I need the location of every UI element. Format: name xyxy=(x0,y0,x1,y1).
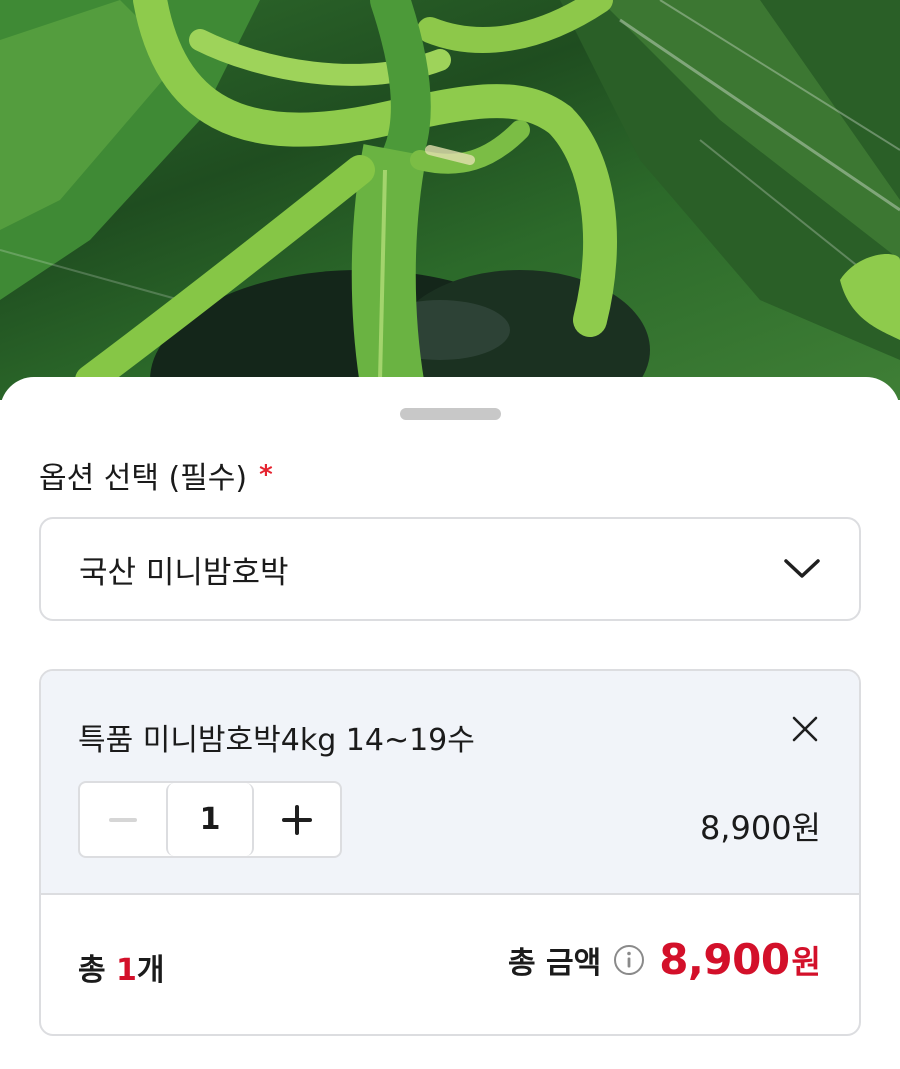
product-photo xyxy=(0,0,900,400)
selected-option-card: 특품 미니밤호박4kg 14~19수 1 8,900원 총 1개 총 금액 8,… xyxy=(39,669,861,1036)
selected-option-detail: 특품 미니밤호박4kg 14~19수 1 8,900원 xyxy=(41,671,859,895)
selected-option-name: 특품 미니밤호박4kg 14~19수 xyxy=(78,723,475,758)
option-price: 8,900원 xyxy=(699,809,821,847)
option-section-label: 옵션 선택 (필수) xyxy=(39,461,248,496)
decrease-quantity-button[interactable] xyxy=(80,783,166,856)
required-asterisk: * xyxy=(259,460,273,490)
option-section-title: 옵션 선택 (필수) * xyxy=(39,453,273,497)
total-price-amount: 8,900 xyxy=(659,935,790,984)
option-dropdown-value: 국산 미니밤호박 xyxy=(79,554,289,591)
chevron-down-icon xyxy=(784,559,820,578)
total-price: 총 금액 8,900 원 xyxy=(508,935,821,984)
close-icon xyxy=(792,716,818,742)
minus-icon xyxy=(109,817,137,822)
total-count-value: 1 xyxy=(116,953,137,988)
pumpkin-vine-image xyxy=(0,0,900,400)
total-price-label: 총 금액 xyxy=(507,945,602,981)
total-count: 총 1개 xyxy=(78,945,165,989)
increase-quantity-button[interactable] xyxy=(254,783,340,856)
total-count-suffix: 개 xyxy=(136,953,165,988)
sheet-drag-handle[interactable] xyxy=(400,408,501,420)
option-dropdown[interactable]: 국산 미니밤호박 xyxy=(39,517,861,621)
total-price-unit: 원 xyxy=(791,942,821,981)
remove-option-button[interactable] xyxy=(785,709,825,749)
option-bottom-sheet: 옵션 선택 (필수) * 국산 미니밤호박 특품 미니밤호박4kg 14~19수 xyxy=(0,377,900,1069)
plus-icon xyxy=(282,804,312,835)
quantity-stepper: 1 xyxy=(78,781,342,858)
quantity-value[interactable]: 1 xyxy=(166,783,254,856)
total-count-prefix: 총 xyxy=(78,953,117,988)
info-icon[interactable] xyxy=(613,944,645,976)
